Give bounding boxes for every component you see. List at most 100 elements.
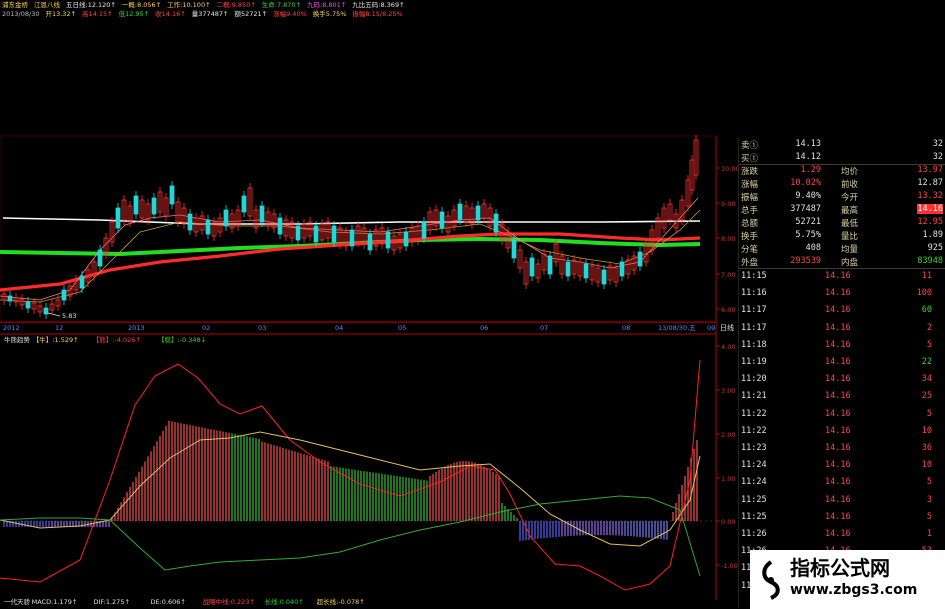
tick-volume: 5 [926, 511, 932, 522]
tick-price: 14.16 [825, 477, 851, 488]
tick-time: 11:24 [741, 477, 767, 488]
tick-row: 11:23 14.16 36 [739, 442, 945, 455]
date-tick-label: 04 [335, 324, 343, 332]
quote-right-value: 32 [932, 139, 943, 149]
tick-price: 14.16 [825, 443, 851, 453]
tick-price: 14.16 [825, 408, 851, 419]
date-tick-label: 2013 [128, 324, 145, 332]
tick-price: 14.16 [825, 425, 851, 436]
tick-time: 11:22 [741, 408, 767, 419]
date-tick-label: 06 [480, 324, 488, 332]
indicator-axis-label: -1.00 [721, 562, 738, 570]
quote-right-label: 最低 [841, 219, 859, 229]
indicator-title-item: 牛熊趋势 [4, 335, 31, 344]
quote-value: 1.29 [800, 165, 821, 175]
quote-label: 卖① [741, 141, 759, 151]
candle-body [241, 195, 247, 213]
candle-body [511, 239, 517, 259]
quote-row: 涨幅 10.02% 前收 12.87 [739, 177, 945, 190]
quote-value: 14.13 [795, 139, 821, 149]
quote-right-label: 今开 [841, 193, 859, 203]
indicator-title-item: 【牛】:1.529↑ [33, 335, 79, 344]
tick-row: 11:25 14.16 5 [739, 511, 945, 524]
indicator-axis-label: 2.00 [721, 431, 735, 439]
tick-row: 11:21 14.16 25 [739, 390, 945, 403]
candle-body [277, 217, 283, 235]
tick-time: 11:24 [741, 460, 767, 471]
quote-row: 外盘 293539 内盘 83948 [739, 255, 945, 268]
date-tick-label: 07 [540, 324, 548, 332]
quote-right-value: 13.97 [917, 165, 943, 175]
quote-value: 293539 [790, 256, 821, 266]
tick-time: 11:17 [741, 322, 767, 333]
price-axis-label: 6.00 [721, 306, 735, 314]
tick-time: 11:15 [741, 271, 767, 281]
quote-row: 分笔 408 均量 925 [739, 242, 945, 255]
quote-right-label: 均价 [841, 167, 859, 177]
tick-time: 11:17 [741, 305, 767, 316]
quote-right-value: 12.87 [917, 178, 943, 188]
candle-body [457, 203, 463, 221]
tick-time: 11:21 [741, 391, 767, 402]
tick-volume: 5 [926, 339, 932, 350]
candle-body [367, 233, 373, 251]
quote-right-label: 最高 [841, 206, 859, 216]
tick-volume: 36 [921, 443, 932, 453]
candle-body [259, 205, 265, 223]
tick-price: 14.16 [825, 322, 851, 333]
indicator-footer-item: 长线:0.040↑ [265, 597, 304, 606]
tick-volume: 11 [921, 271, 932, 281]
quote-right-label: 均量 [841, 245, 859, 255]
candle-body [313, 225, 319, 243]
steady-line [0, 495, 701, 577]
tick-price: 14.16 [825, 391, 851, 402]
candle-body [169, 185, 175, 205]
quote-value: 10.02% [790, 178, 821, 188]
tick-volume: 22 [921, 357, 932, 367]
candle-body [547, 255, 553, 275]
indicator-title-item: 【稳】:-0.348↓ [158, 335, 206, 344]
tick-time: 11:26 [741, 529, 767, 539]
tick-volume: 34 [921, 374, 932, 385]
tick-time: 11:16 [741, 288, 767, 299]
quote-right-value: 925 [927, 243, 943, 253]
quote-row: 振幅 9.40% 今开 13.32 [739, 190, 945, 203]
candle-body [421, 221, 427, 239]
tick-price: 14.16 [825, 374, 851, 385]
indicator-footer-item: 战略中线:0.223↑ [203, 597, 255, 606]
candle-body [7, 295, 13, 302]
tick-row: 11:20 14.16 34 [739, 373, 945, 386]
candle-body [223, 209, 229, 227]
candle-body [205, 219, 211, 235]
tick-time: 11:22 [741, 425, 767, 436]
tick-row: 11:22 14.16 5 [739, 408, 945, 421]
date-tick-label: 2012 [3, 324, 20, 332]
tick-row: 11:22 14.16 10 [739, 425, 945, 438]
tick-volume: 3 [926, 494, 932, 505]
watermark-title: 指标公式网 [790, 556, 890, 580]
date-tick-label: 08 [622, 324, 630, 332]
price-axis-label: 7.00 [721, 271, 735, 279]
quote-label: 外盘 [741, 258, 759, 268]
candle-body [97, 249, 103, 267]
tick-row: 11:15 14.16 11 [739, 270, 945, 283]
tick-volume: 10 [921, 425, 932, 436]
tick-row: 11:19 14.16 22 [739, 356, 945, 369]
candle-body [349, 229, 355, 247]
selected-date-label: 13/08/30,五 [658, 324, 696, 332]
candle-body [133, 195, 139, 215]
quote-value: 52721 [795, 217, 821, 227]
indicator-axis-label: 1.00 [721, 475, 735, 483]
tick-row: 11:26 14.16 1 [739, 528, 945, 541]
quote-row: 总额 52721 最低 12.95 [739, 216, 945, 229]
tick-volume: 100 [916, 288, 932, 299]
tick-price: 14.16 [825, 305, 851, 316]
indicator-footer-item: MACD:1.179↑ [32, 598, 78, 606]
bull-line [0, 359, 701, 591]
tick-price: 14.16 [825, 357, 851, 367]
quote-right-value: 13.32 [917, 191, 943, 201]
indicator-axis-label: 3.00 [721, 387, 735, 395]
quote-label: 换手 [741, 232, 759, 242]
candle-body [565, 261, 571, 277]
tick-price: 14.16 [825, 339, 851, 350]
